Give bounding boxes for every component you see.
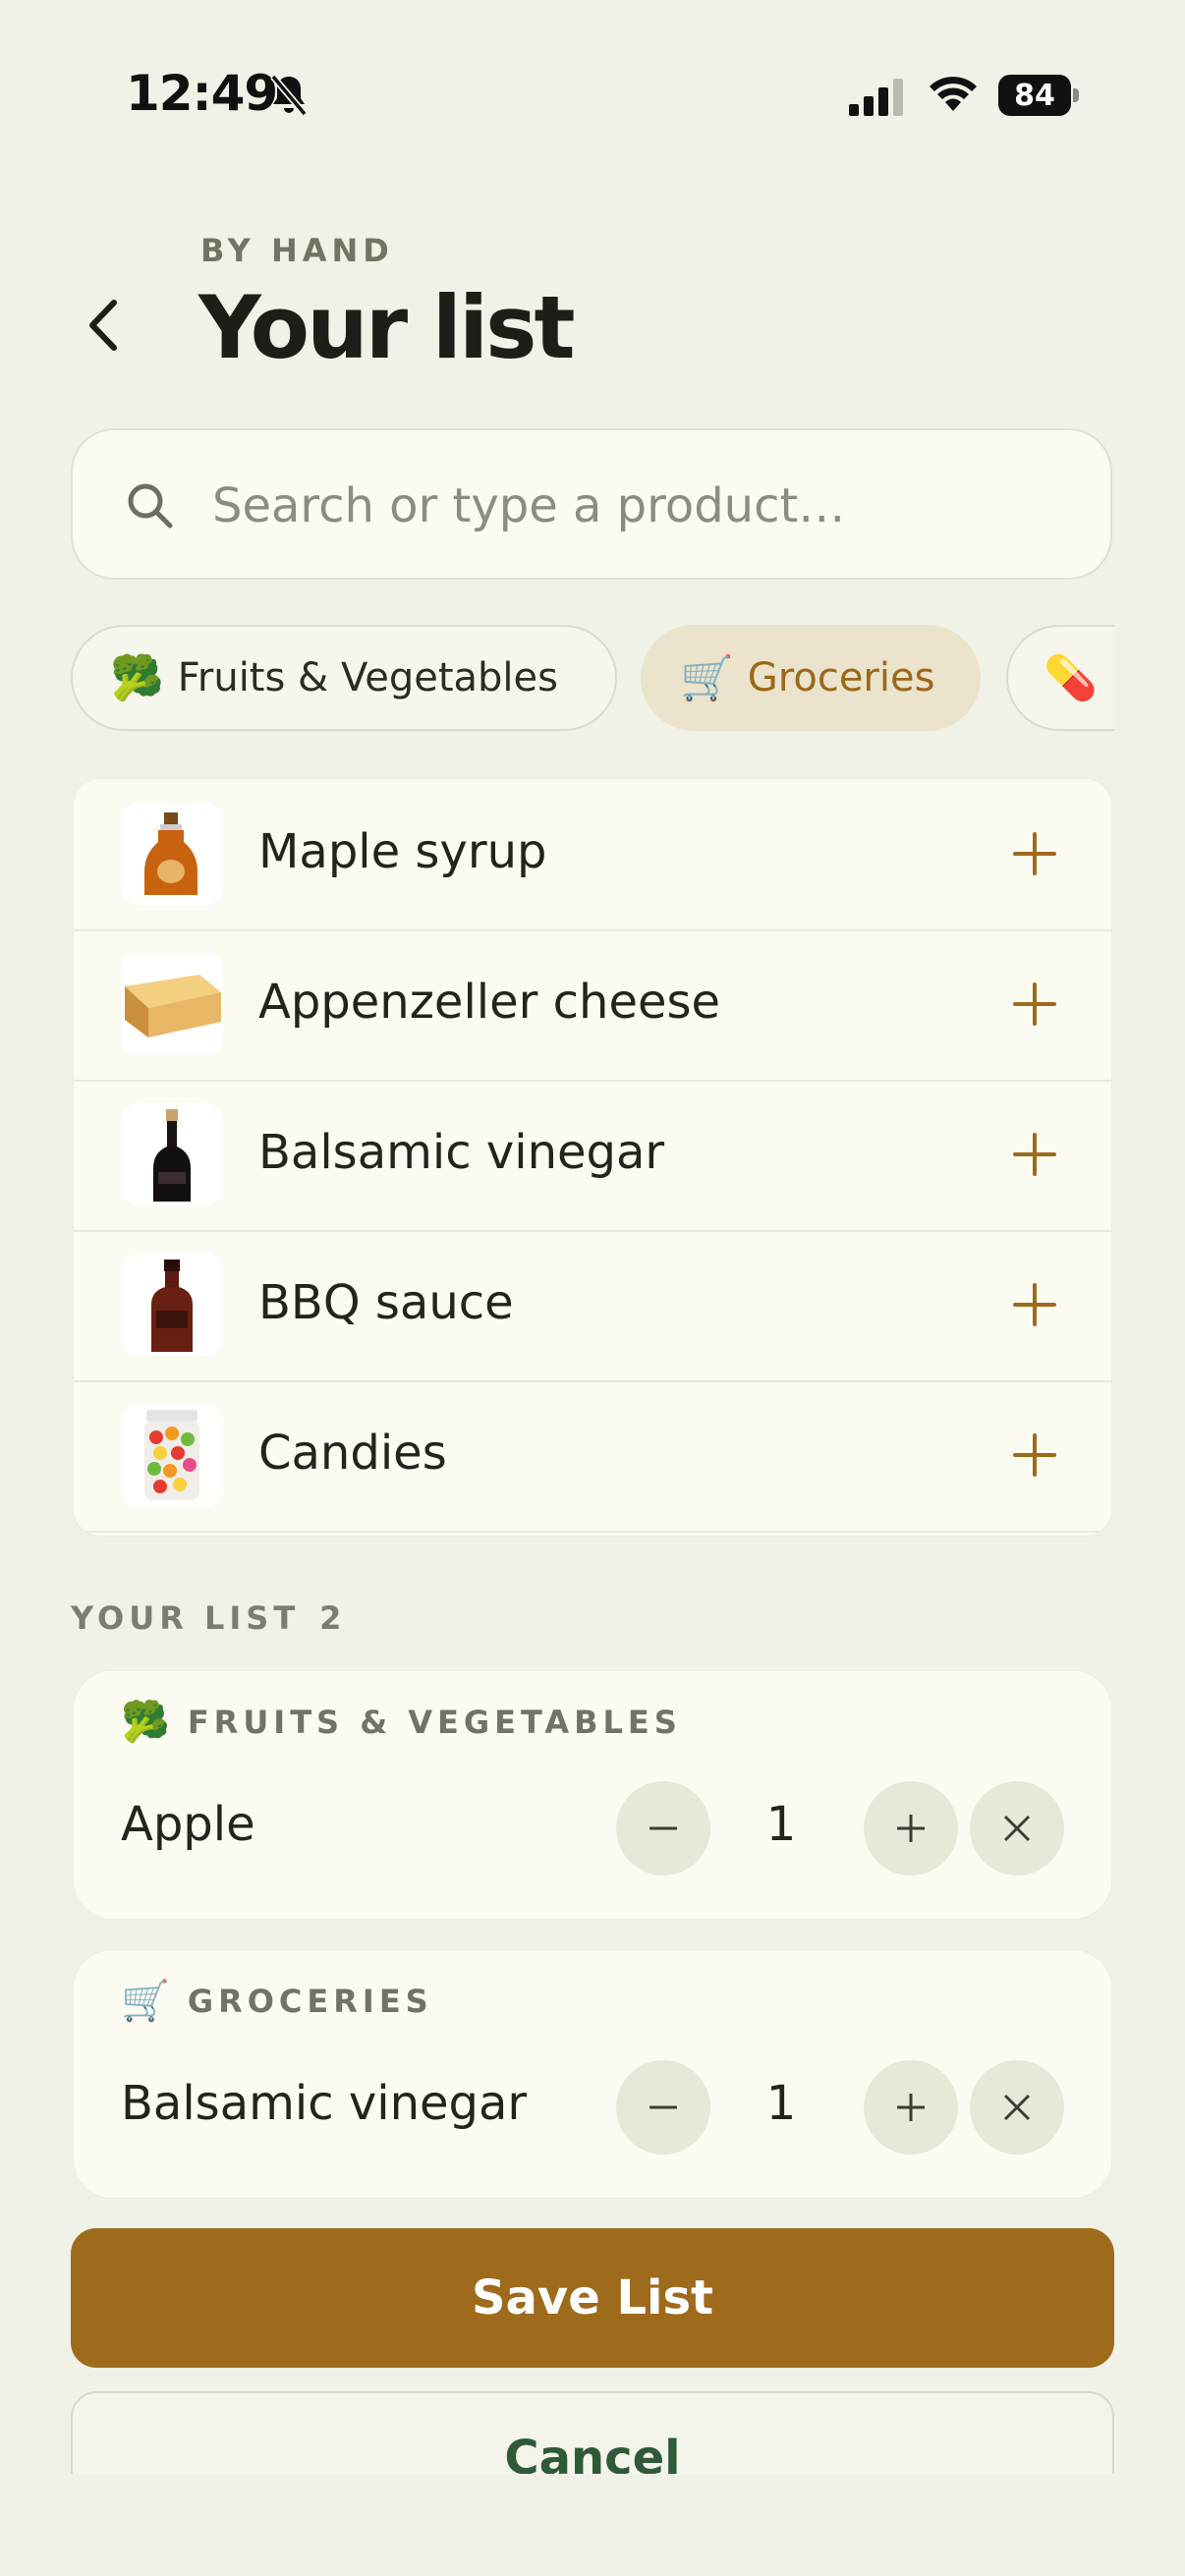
- group-header: 🥦 FRUITS & VEGETABLES: [121, 1699, 682, 1745]
- battery-level: 84: [998, 75, 1071, 116]
- your-list-header: YOUR LIST 2: [71, 1599, 346, 1637]
- plus-icon[interactable]: [1009, 1279, 1060, 1330]
- list-item[interactable]: Balsamic vinegar: [74, 1080, 1111, 1232]
- product-name: Balsamic vinegar: [258, 1125, 665, 1180]
- group-header: 🛒 GROCERIES: [121, 1978, 433, 2024]
- broccoli-icon: 🥦: [121, 1700, 170, 1745]
- vinegar-image: [121, 1103, 223, 1205]
- section-label: YOUR LIST: [71, 1599, 301, 1637]
- back-chevron-icon[interactable]: [81, 295, 128, 356]
- save-list-button[interactable]: Save List: [71, 2228, 1114, 2368]
- wifi-icon: [930, 77, 977, 111]
- decrease-button[interactable]: [616, 2060, 710, 2155]
- chip-fruits-vegetables[interactable]: 🥦 Fruits & Vegetables: [71, 625, 617, 731]
- decrease-button[interactable]: [616, 1781, 710, 1876]
- item-quantity: 1: [765, 2076, 797, 2131]
- cancel-button[interactable]: Cancel: [71, 2391, 1114, 2474]
- item-quantity: 1: [765, 1797, 797, 1852]
- product-name: Maple syrup: [258, 824, 547, 879]
- cancel-button-viewport: Cancel: [71, 2391, 1114, 2474]
- search-icon: [128, 483, 173, 529]
- broccoli-icon: 🥦: [110, 653, 164, 703]
- group-category: FRUITS & VEGETABLES: [187, 1703, 682, 1741]
- plus-icon[interactable]: [1009, 979, 1060, 1030]
- search-input[interactable]: [210, 466, 1079, 546]
- pill-icon: 💊: [1044, 653, 1098, 703]
- list-item[interactable]: Appenzeller cheese: [74, 929, 1111, 1082]
- product-name: BBQ sauce: [258, 1275, 514, 1330]
- increase-button[interactable]: [864, 2060, 958, 2155]
- plus-icon: [897, 1815, 925, 1842]
- maple-syrup-image: [121, 803, 223, 905]
- category-chips: 🥦 Fruits & Vegetables 🛒 Groceries 💊: [71, 625, 1114, 733]
- chip-label: Groceries: [747, 655, 935, 700]
- status-time: 12:49: [126, 65, 278, 122]
- plus-icon[interactable]: [1009, 828, 1060, 879]
- minus-icon: [649, 2105, 677, 2109]
- search-bar[interactable]: [71, 428, 1112, 580]
- page-title: Your list: [198, 277, 576, 378]
- cheese-image: [121, 953, 223, 1055]
- candies-image: [121, 1404, 223, 1506]
- list-item[interactable]: BBQ sauce: [74, 1230, 1111, 1382]
- increase-button[interactable]: [864, 1781, 958, 1876]
- minus-icon: [649, 1826, 677, 1830]
- bbq-sauce-image: [121, 1254, 223, 1356]
- remove-item-button[interactable]: [970, 1781, 1064, 1876]
- page-eyebrow: BY HAND: [200, 232, 394, 269]
- chip-pharmacy[interactable]: 💊: [1006, 625, 1114, 731]
- battery-icon: 84: [998, 75, 1081, 116]
- list-group-card: 🥦 FRUITS & VEGETABLES Apple 1: [73, 1670, 1112, 1920]
- plus-icon: [897, 2094, 925, 2121]
- list-group-card: 🛒 GROCERIES Balsamic vinegar 1: [73, 1949, 1112, 2199]
- list-item[interactable]: Maple syrup: [74, 779, 1111, 931]
- close-icon: [1003, 2094, 1031, 2121]
- list-count: 2: [319, 1599, 347, 1637]
- product-name: Candies: [258, 1426, 447, 1481]
- product-list: Maple syrup Appenzeller cheese Balsamic …: [73, 778, 1112, 1537]
- bell-slash-icon: [270, 74, 308, 117]
- shopping-cart-icon: 🛒: [680, 653, 734, 703]
- plus-icon[interactable]: [1009, 1429, 1060, 1481]
- list-item[interactable]: Candies: [74, 1380, 1111, 1533]
- close-icon: [1003, 1815, 1031, 1842]
- shopping-cart-icon: 🛒: [121, 1979, 170, 2024]
- item-name: Balsamic vinegar: [121, 2076, 528, 2131]
- remove-item-button[interactable]: [970, 2060, 1064, 2155]
- cellular-signal-icon: [849, 79, 903, 116]
- chip-label: Fruits & Vegetables: [177, 655, 558, 700]
- group-category: GROCERIES: [187, 1982, 433, 2020]
- chip-groceries[interactable]: 🛒 Groceries: [641, 625, 981, 731]
- plus-icon[interactable]: [1009, 1129, 1060, 1180]
- item-name: Apple: [121, 1797, 255, 1852]
- product-name: Appenzeller cheese: [258, 975, 721, 1030]
